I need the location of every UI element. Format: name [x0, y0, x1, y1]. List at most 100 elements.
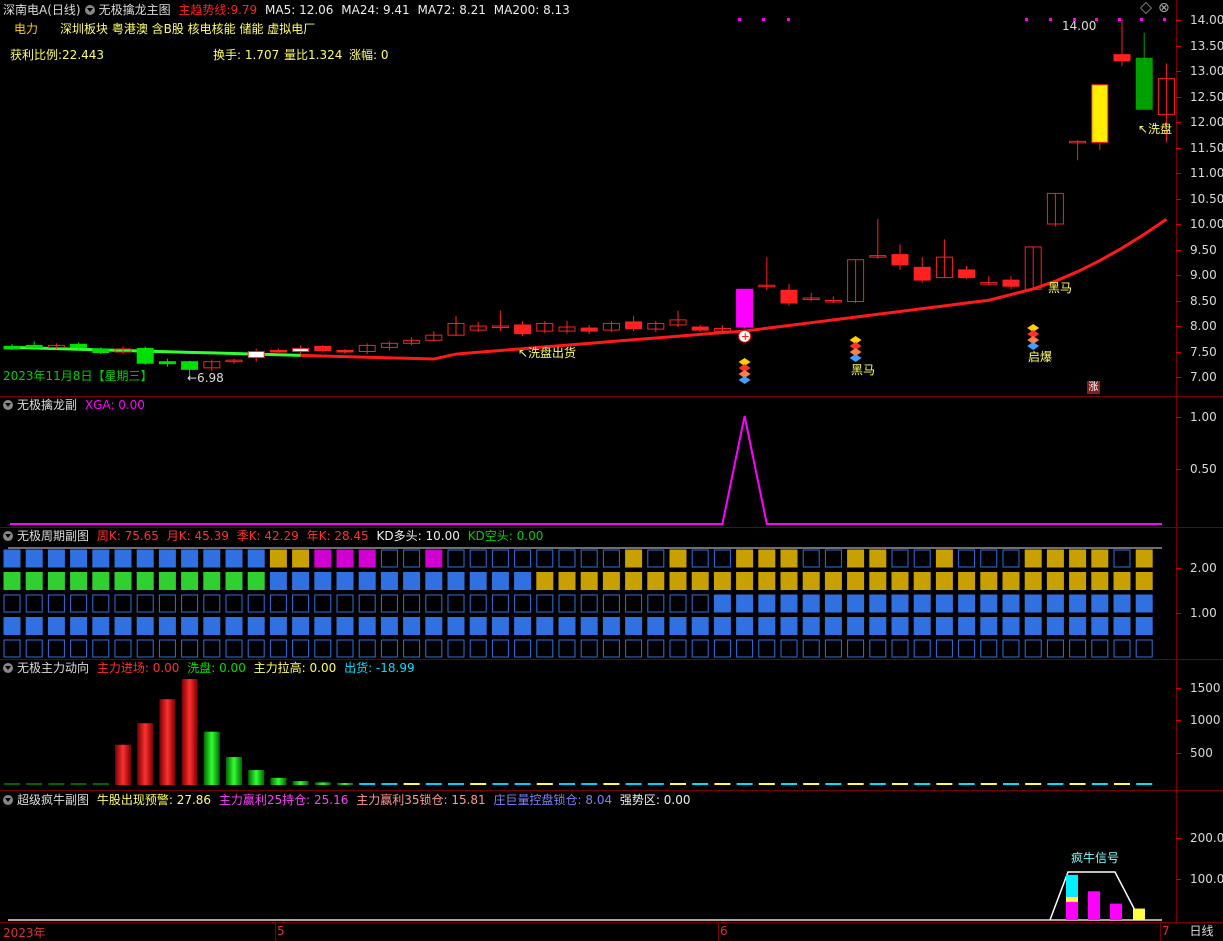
cycle-cell [758, 549, 776, 568]
force-bar [736, 783, 753, 785]
cycle-cell [536, 572, 554, 590]
force-bar [914, 783, 931, 785]
force-bar [4, 783, 20, 785]
cycle-cell [1024, 549, 1042, 568]
cycle-cell [536, 594, 554, 613]
cycle-cell [802, 549, 820, 568]
cycle-cell [247, 617, 265, 635]
cycle-cell [869, 594, 887, 613]
cycle-cell [447, 617, 465, 635]
cycle-cell [158, 549, 176, 568]
cycle-cell [580, 594, 598, 613]
cycle-cell [1135, 639, 1153, 658]
cycle-cell [536, 549, 554, 568]
cycle-cell [3, 617, 21, 635]
cycle-cell [336, 617, 354, 635]
cycle-cell [447, 549, 465, 568]
cycle-cell [1002, 594, 1020, 613]
force-bar [647, 783, 664, 785]
cycle-cell [225, 617, 243, 635]
cycle-panel-name[interactable]: 无极周期副图 [17, 529, 89, 543]
cycle-cell [247, 639, 265, 658]
cycle-cell [292, 617, 310, 635]
cycle-cell [491, 549, 509, 568]
cycle-cell [92, 572, 110, 590]
cycle-cell [314, 639, 332, 658]
cycle-cell [1135, 549, 1153, 568]
cycle-cell [225, 639, 243, 658]
cycle-cell [114, 549, 132, 568]
force-bar [226, 757, 242, 785]
bull-chart[interactable] [0, 792, 1176, 922]
force-bar [70, 783, 87, 785]
force-bar [781, 783, 797, 785]
cycle-cell [958, 572, 976, 590]
cycle-cell [891, 594, 909, 613]
cycle-cell [514, 549, 532, 568]
dark-horse-annotation: 黑马 [1048, 281, 1073, 295]
chevron-down-icon[interactable] [3, 531, 13, 541]
cycle-cell [1024, 639, 1042, 658]
cycle-cell [625, 549, 643, 568]
price-tick: 11.50 [1190, 140, 1223, 155]
cycle-cell [625, 639, 643, 658]
cycle-cell [92, 617, 110, 635]
cycle-grid[interactable] [0, 545, 1176, 659]
cycle-cell [691, 617, 709, 635]
cycle-cell [958, 594, 976, 613]
cycle-cell [70, 617, 88, 635]
force-bar [1091, 783, 1108, 785]
cycle-cell [136, 572, 154, 590]
force-bar [203, 731, 220, 785]
cycle-cell [247, 594, 265, 613]
cycle-cell [403, 594, 421, 613]
cycle-cell [247, 549, 265, 568]
cycle-cell [92, 639, 110, 658]
price-tick: 7.00 [1190, 370, 1217, 384]
cycle-cell [558, 639, 576, 658]
cycle-cell [70, 594, 88, 613]
cycle-cell [25, 617, 43, 635]
cycle-cell [602, 594, 620, 613]
cycle-cell [580, 549, 598, 568]
bull-bar [1133, 908, 1145, 920]
candle-body [3, 345, 21, 350]
candle-body [269, 349, 287, 353]
cycle-cell [292, 549, 310, 568]
cycle-cell [869, 639, 887, 658]
cycle-cell [25, 572, 43, 590]
cycle-cell [1046, 639, 1064, 658]
timeline-month-5: 5 [277, 924, 285, 938]
cycle-cell [314, 617, 332, 635]
cycle-cell [403, 572, 421, 590]
period-daily-button[interactable]: 日线 [1180, 922, 1223, 941]
force-bar [581, 783, 598, 785]
candle-body [292, 347, 310, 353]
price-tick: 11.00 [1190, 166, 1223, 180]
cycle-cell [736, 617, 754, 635]
cycle-cell [1002, 639, 1020, 658]
cycle-cell [25, 639, 43, 658]
limit-up-badge: 涨 [1087, 381, 1100, 394]
cycle-cell [425, 549, 443, 568]
date-label: 2023年11月8日【星期三】 [3, 369, 153, 383]
cycle-cell [891, 572, 909, 590]
cycle-cell [336, 594, 354, 613]
timeline-month-6: 6 [720, 924, 728, 938]
cycle-cell [647, 639, 665, 658]
price-tick: 10.00 [1190, 217, 1223, 231]
force-chart[interactable] [0, 660, 1176, 790]
cycle-cell [114, 617, 132, 635]
cycle-cell [580, 572, 598, 590]
cycle-cell [625, 594, 643, 613]
price-chart[interactable]: + [0, 0, 1176, 398]
force-bar [248, 770, 265, 785]
timeline-bar[interactable] [0, 922, 1223, 941]
force-bar [314, 782, 331, 785]
price-tick: 8.00 [1190, 319, 1217, 333]
cycle-cell [203, 617, 221, 635]
xga-chart[interactable] [0, 398, 1176, 527]
cycle-cell [1135, 594, 1153, 613]
close-icon[interactable]: ⊗ [1158, 0, 1170, 16]
cycle-cell [380, 594, 398, 613]
